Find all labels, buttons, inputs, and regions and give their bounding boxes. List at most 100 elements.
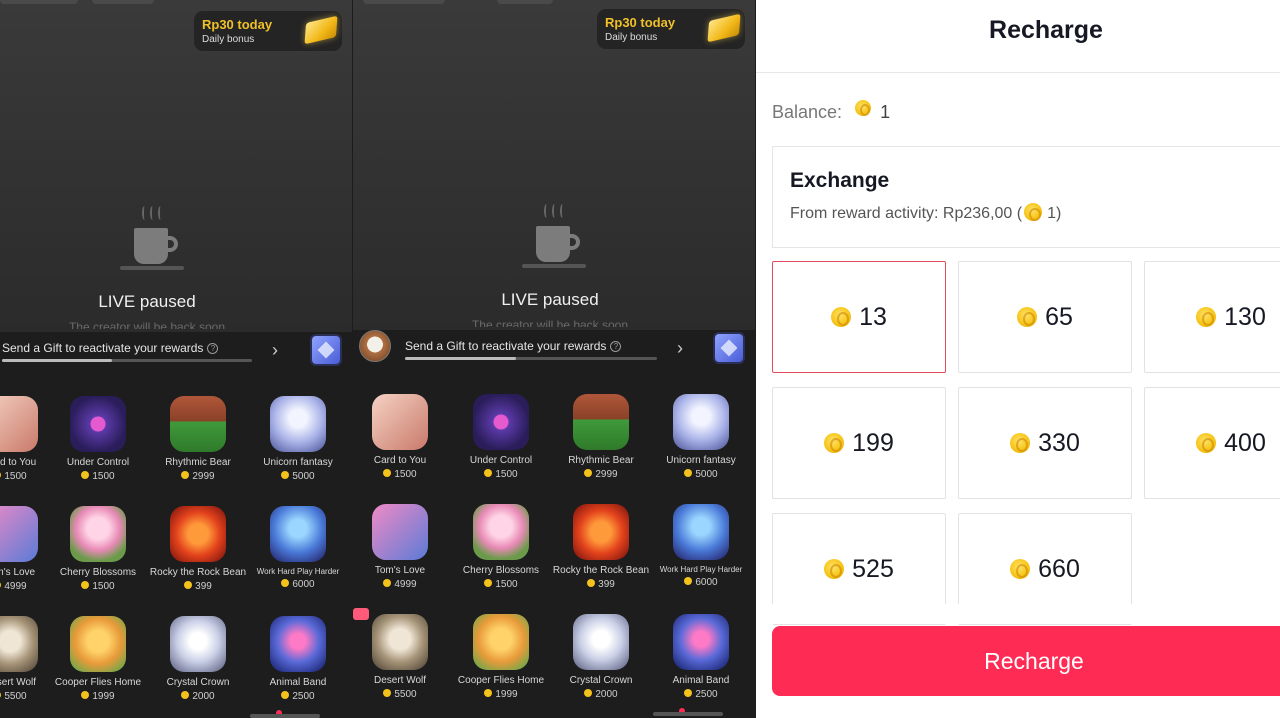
package-amount: 65 — [1045, 303, 1073, 331]
chevron-right-icon[interactable]: › — [677, 338, 683, 359]
coin-icon — [831, 307, 852, 327]
coffee-cup-icon — [520, 204, 590, 276]
coin-icon — [81, 581, 90, 589]
gift-name: Animal Band — [269, 677, 327, 688]
rock-bean-icon — [573, 504, 629, 560]
gift-item[interactable]: Cherry Blossoms 1500 — [451, 504, 551, 590]
card-gift-icon — [0, 396, 38, 452]
coin-package-130[interactable]: 130 — [1144, 261, 1280, 373]
gift-name: Rocky the Rock Bean — [149, 567, 247, 578]
gift-price: 5000 — [248, 471, 348, 482]
gift-item[interactable]: Work Hard Play Harder 6000 — [248, 506, 348, 590]
coin-icon — [281, 691, 290, 699]
coin-icon — [0, 691, 2, 699]
coin-package-199[interactable]: 199 — [772, 387, 946, 499]
screen: Rp30 today Daily bonus LIVE paused The c… — [0, 0, 1280, 718]
package-amount: 400 — [1224, 429, 1266, 457]
package-amount: 660 — [1038, 555, 1080, 583]
coin-package-400[interactable]: 400 — [1144, 387, 1280, 499]
gift-price: 1500 — [451, 579, 551, 590]
top-control[interactable] — [497, 0, 553, 4]
top-control[interactable] — [363, 0, 445, 4]
reward-progress — [405, 357, 657, 360]
coin-package-330[interactable]: 330 — [958, 387, 1132, 499]
gift-item[interactable]: Crystal Crown 2000 — [551, 614, 651, 700]
coin-icon — [281, 579, 290, 587]
help-icon[interactable]: ? — [207, 343, 219, 354]
package-amount: 330 — [1038, 429, 1080, 457]
coin-icon — [383, 689, 392, 697]
top-control[interactable] — [0, 0, 78, 4]
package-amount: 199 — [852, 429, 894, 457]
gift-item[interactable]: Under Control 1500 — [451, 394, 551, 480]
wolf-icon — [372, 614, 428, 670]
coin-icon — [181, 471, 190, 479]
coin-icon — [81, 691, 90, 699]
coin-icon — [1024, 203, 1043, 221]
gift-item[interactable]: Crystal Crown 2000 — [148, 616, 248, 702]
gift-item[interactable]: Animal Band 2500 — [651, 614, 751, 700]
coin-icon — [1010, 433, 1031, 453]
gift-name: Rhythmic Bear — [568, 455, 634, 466]
treasure-box-icon[interactable] — [312, 336, 340, 364]
gift-price: 1999 — [451, 689, 551, 700]
gift-item[interactable]: Card to You 1500 — [353, 394, 450, 480]
gift-name: Desert Wolf — [373, 675, 427, 686]
live-video-area — [353, 0, 755, 332]
gift-item[interactable]: Rhythmic Bear 2999 — [551, 394, 651, 480]
recharge-button[interactable]: Recharge — [772, 626, 1280, 696]
help-icon[interactable]: ? — [610, 341, 622, 352]
daily-bonus-badge[interactable]: Rp30 today Daily bonus — [194, 11, 342, 51]
gift-reward-bar[interactable]: Send a Gift to reactivate your rewards? … — [0, 332, 352, 372]
gift-item[interactable]: Rocky the Rock Bean 399 — [551, 504, 651, 590]
top-control[interactable] — [92, 0, 154, 4]
gift-item[interactable]: Rocky the Rock Bean 399 — [148, 506, 248, 592]
cherry-blossom-icon — [70, 506, 126, 562]
gift-item[interactable]: Tom's Love 4999 — [353, 504, 450, 590]
exchange-reward-text: From reward activity: Rp236,00 ( — [790, 205, 1023, 222]
gold-bar-icon — [707, 13, 741, 43]
coin-icon — [684, 689, 693, 697]
gift-item[interactable]: Unicorn fantasy 5000 — [248, 396, 348, 482]
treasure-box-icon[interactable] — [715, 334, 743, 362]
gift-item[interactable]: Animal Band 2500 — [248, 616, 348, 702]
daily-bonus-badge[interactable]: Rp30 today Daily bonus — [597, 9, 745, 49]
gift-name: Unicorn fantasy — [666, 455, 736, 466]
avatar[interactable] — [359, 330, 391, 362]
gift-item[interactable]: Under Control 1500 — [48, 396, 148, 482]
gift-price: 2999 — [551, 469, 651, 480]
chevron-right-icon[interactable]: › — [272, 340, 278, 361]
exchange-title: Exchange — [790, 169, 890, 192]
robot-cat-icon — [270, 506, 326, 562]
gift-price: 2500 — [248, 691, 348, 702]
gift-reward-bar[interactable]: Send a Gift to reactivate your rewards? … — [353, 330, 755, 370]
gift-item[interactable]: Rhythmic Bear 2999 — [148, 396, 248, 482]
gift-item[interactable]: Work Hard Play Harder 6000 — [651, 504, 751, 588]
coin-icon — [383, 579, 392, 587]
scroll-fade — [756, 604, 1280, 624]
coin-icon — [684, 577, 693, 585]
balance-row: Balance: 1 — [772, 100, 890, 123]
gift-item[interactable]: Cooper Flies Home 1999 — [48, 616, 148, 702]
coin-icon — [1196, 307, 1217, 327]
gift-price: 5000 — [651, 469, 751, 480]
gift-price: 5500 — [353, 689, 450, 700]
gift-item[interactable]: Desert Wolf 5500 — [353, 614, 450, 700]
coin-package-13[interactable]: 13 — [772, 261, 946, 373]
gift-price: 2999 — [148, 471, 248, 482]
new-badge — [353, 608, 369, 620]
corgi-balloon-icon — [70, 616, 126, 672]
gift-item[interactable]: Unicorn fantasy 5000 — [651, 394, 751, 480]
coin-icon — [824, 559, 845, 579]
exchange-card[interactable]: Exchange From reward activity: Rp236,00 … — [772, 146, 1280, 248]
coin-package-65[interactable]: 65 — [958, 261, 1132, 373]
home-indicator — [653, 712, 723, 716]
heart-car-icon — [372, 504, 428, 560]
bonus-label: Daily bonus — [605, 32, 658, 43]
coin-icon — [181, 691, 190, 699]
gift-item[interactable]: Cherry Blossoms 1500 — [48, 506, 148, 592]
coin-icon — [587, 579, 596, 587]
corgi-balloon-icon — [473, 614, 529, 670]
gift-item[interactable]: Cooper Flies Home 1999 — [451, 614, 551, 700]
gift-price: 2500 — [651, 689, 751, 700]
